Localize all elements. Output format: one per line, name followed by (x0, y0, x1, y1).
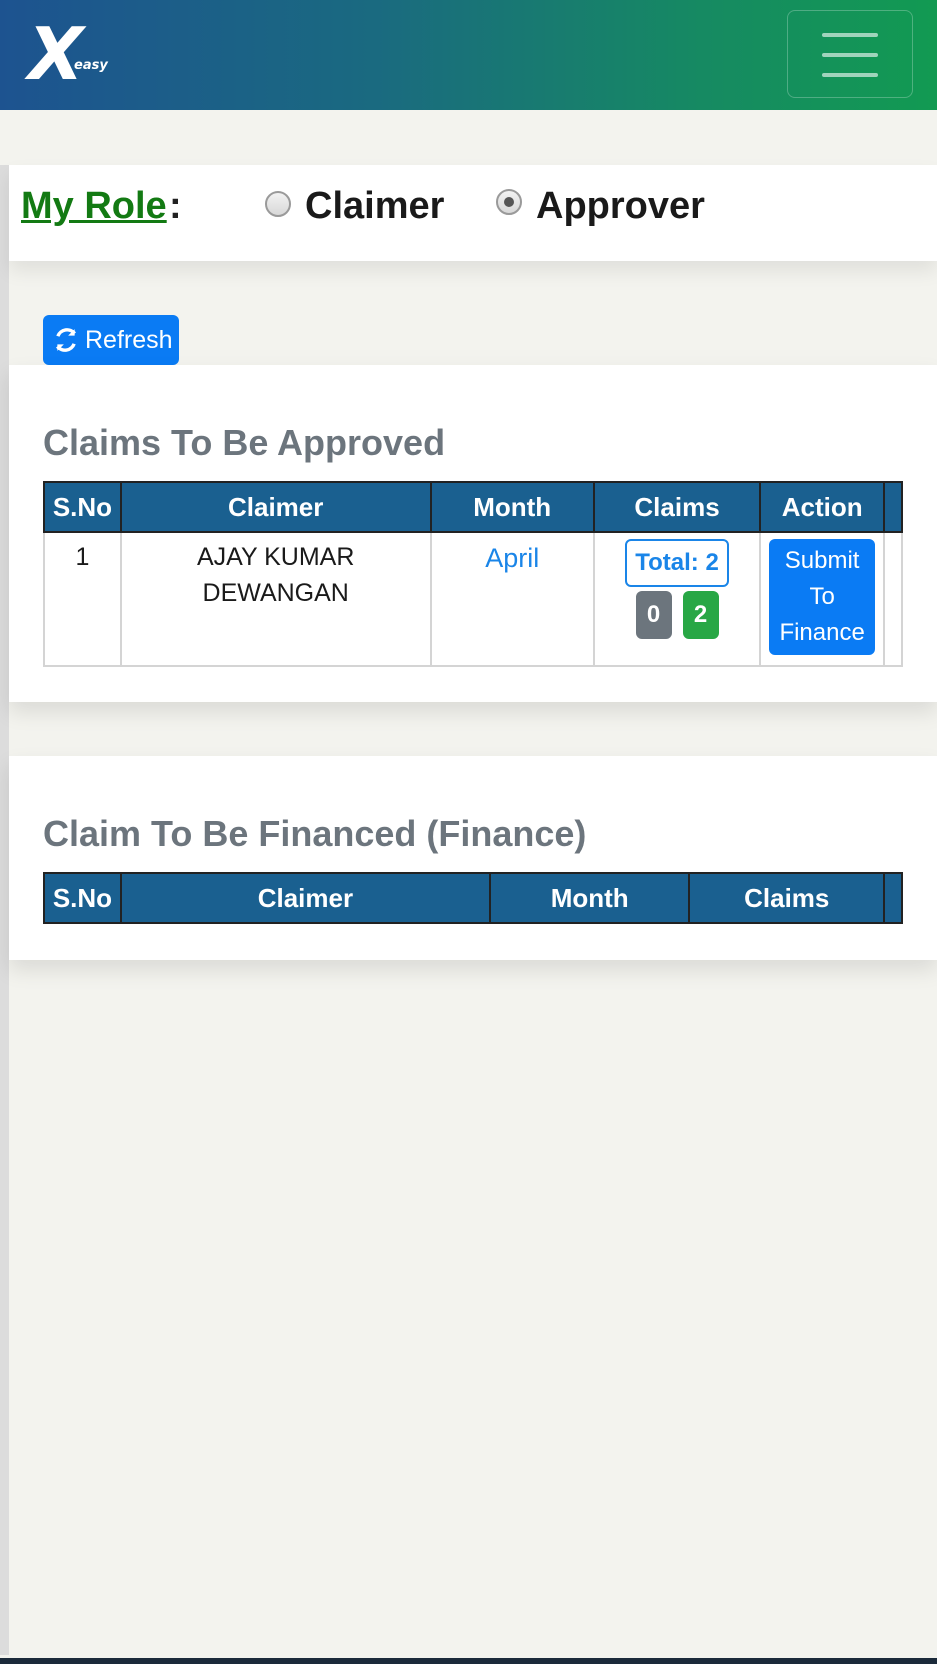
col-month: Month (429, 481, 595, 533)
approver-radio[interactable] (496, 189, 522, 215)
total-claims-badge[interactable]: Total: 2 (625, 539, 729, 587)
finance-table: S.No Claimer Month Claims (43, 872, 903, 924)
submit-to-finance-button[interactable]: Submit To Finance (769, 539, 876, 655)
claimer-radio[interactable] (265, 191, 291, 217)
finance-section-title: Claim To Be Financed (Finance) (43, 813, 587, 854)
col-claimer: Claimer (119, 872, 491, 924)
role-selector-card: My Role : Claimer Approver (9, 165, 937, 261)
approve-section-title: Claims To Be Approved (43, 422, 446, 463)
approver-radio-label[interactable]: Approver (536, 185, 705, 228)
hamburger-menu-icon (822, 33, 878, 37)
row-action-cell: Submit To Finance (759, 531, 886, 667)
col-claims: Claims (592, 481, 762, 533)
table-row: 1 AJAY KUMAR DEWANGAN April Total: 2 0 2… (43, 531, 903, 667)
row-sno: 1 (43, 531, 122, 667)
claimer-radio-label[interactable]: Claimer (305, 185, 444, 228)
role-colon: : (169, 185, 182, 227)
hamburger-menu-icon-bar (822, 53, 878, 57)
row-claims-cell: Total: 2 0 2 (592, 531, 762, 667)
app-logo[interactable]: X easy (28, 14, 118, 94)
month-link[interactable]: April (485, 543, 539, 573)
approved-count-badge[interactable]: 2 (682, 591, 719, 639)
finance-table-header: S.No Claimer Month Claims (43, 872, 903, 924)
refresh-label: Refresh (85, 325, 173, 354)
pending-count-badge[interactable]: 0 (635, 591, 672, 639)
navbar: X easy (0, 0, 937, 110)
col-month: Month (488, 872, 691, 924)
logo-subtext: easy (74, 58, 108, 73)
col-overflow (883, 872, 903, 924)
approve-card: Claims To Be Approved S.No Claimer Month… (9, 365, 937, 702)
refresh-button[interactable]: Refresh (43, 315, 179, 365)
col-sno: S.No (43, 872, 122, 924)
hamburger-menu-button[interactable] (787, 10, 913, 98)
hamburger-menu-icon-bar (822, 73, 878, 77)
col-claimer: Claimer (119, 481, 432, 533)
approve-table-header: S.No Claimer Month Claims Action (43, 481, 903, 533)
my-role-link[interactable]: My Role (21, 185, 167, 228)
bottom-bar (0, 1658, 937, 1664)
col-claims: Claims (688, 872, 886, 924)
col-action: Action (759, 481, 886, 533)
logo-mark: X (28, 12, 84, 96)
row-claimer: AJAY KUMAR DEWANGAN (119, 531, 432, 667)
row-month-cell: April (429, 531, 595, 667)
row-overflow-cell (883, 531, 903, 667)
left-rail (0, 165, 9, 1655)
col-overflow (883, 481, 903, 533)
col-sno: S.No (43, 481, 122, 533)
finance-card: Claim To Be Financed (Finance) S.No Clai… (9, 756, 937, 960)
approve-table: S.No Claimer Month Claims Action 1 AJAY … (43, 481, 903, 667)
refresh-icon (55, 328, 77, 352)
